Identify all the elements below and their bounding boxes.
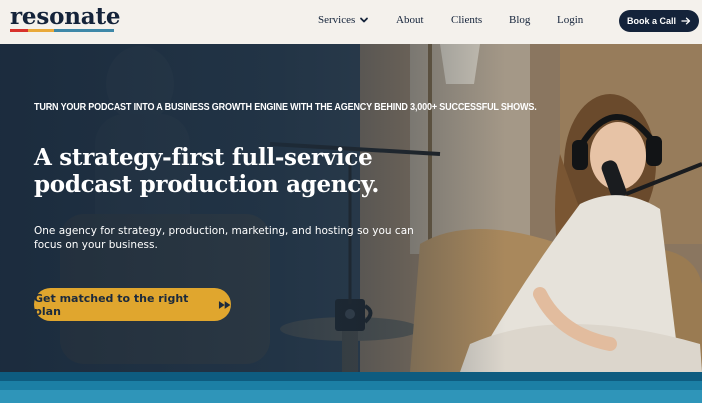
hero-eyebrow: Turn your podcast into a business growth… <box>34 101 537 113</box>
nav-item-services[interactable]: Services <box>318 14 369 26</box>
nav-item-about[interactable]: About <box>396 14 424 26</box>
stripe-mid <box>0 381 702 390</box>
stripe-dark <box>0 372 702 381</box>
get-matched-label: Get matched to the right plan <box>34 291 189 318</box>
hero-headline: A strategy-first full-service podcast pr… <box>34 144 380 198</box>
nav-item-blog[interactable]: Blog <box>509 14 530 26</box>
nav-item-services-label: Services <box>318 14 356 26</box>
nav-item-clients[interactable]: Clients <box>451 14 482 26</box>
chevron-down-icon <box>360 17 369 23</box>
fast-forward-icon <box>218 300 231 309</box>
arrow-right-icon <box>681 17 691 25</box>
nav-links: Services About Clients Blog Login <box>0 0 702 44</box>
top-navigation: resonate Services About Clients Blog Log… <box>0 0 702 44</box>
get-matched-button[interactable]: Get matched to the right plan <box>34 288 231 321</box>
hero-overlay <box>0 44 702 372</box>
decorative-stripes <box>0 372 702 403</box>
hero-section: Turn your podcast into a business growth… <box>0 44 702 372</box>
stripe-light <box>0 390 702 403</box>
book-a-call-button[interactable]: Book a Call <box>619 10 699 32</box>
hero-subtext: One agency for strategy, production, mar… <box>34 225 414 251</box>
book-a-call-label: Book a Call <box>626 16 676 26</box>
nav-item-login[interactable]: Login <box>557 14 583 26</box>
